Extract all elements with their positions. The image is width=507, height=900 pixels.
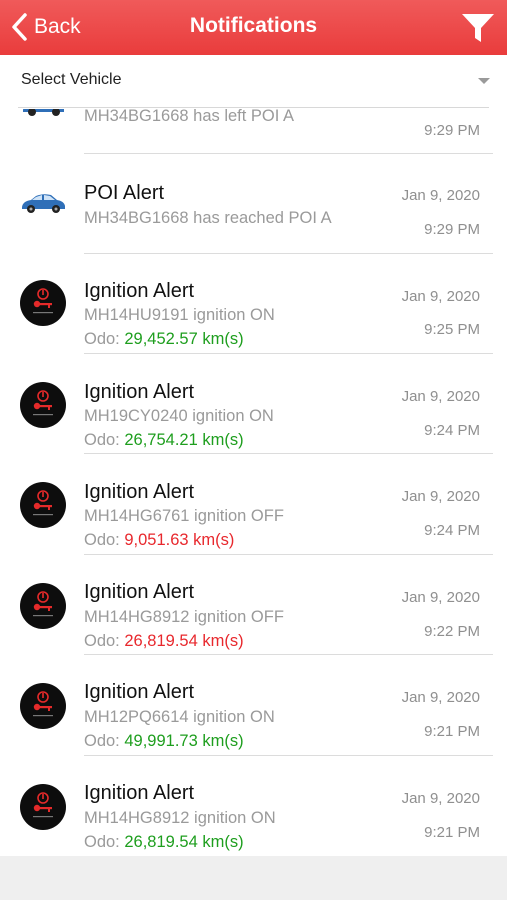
notification-row[interactable]: Ignition Alert MH14HU9191 ignition ON Od…	[0, 254, 507, 354]
odometer-line: Odo: 49,991.73 km(s)	[84, 732, 244, 751]
notification-title: Ignition Alert	[84, 581, 195, 603]
odometer-line: Odo: 26,819.54 km(s)	[84, 833, 244, 852]
ignition-key-icon	[20, 784, 66, 830]
notification-time: 9:24 PM	[424, 522, 480, 539]
notification-row[interactable]: Ignition Alert MH12PQ6614 ignition ON Od…	[0, 656, 507, 756]
odometer-label: Odo:	[84, 833, 125, 851]
filter-button[interactable]	[461, 12, 495, 44]
odometer-value: 26,754.21 km(s)	[124, 431, 244, 449]
notification-title: Ignition Alert	[84, 681, 195, 703]
odometer-value: 9,051.63 km(s)	[124, 531, 235, 549]
odometer-value: 49,991.73 km(s)	[124, 732, 244, 750]
row-divider	[84, 654, 493, 655]
odometer-label: Odo:	[84, 732, 125, 750]
notification-title: POI Alert	[84, 182, 165, 204]
car-icon	[22, 194, 65, 213]
notification-title: Ignition Alert	[84, 481, 195, 503]
notification-message: MH19CY0240 ignition ON	[84, 407, 274, 425]
notification-date: Jan 9, 2020	[401, 187, 480, 204]
notification-title: Ignition Alert	[84, 782, 195, 804]
notification-message: MH14HU9191 ignition ON	[84, 306, 275, 324]
notification-date: Jan 9, 2020	[401, 589, 480, 606]
notification-title: Ignition Alert	[84, 381, 195, 403]
ignition-key-icon	[20, 583, 66, 629]
row-divider	[84, 453, 493, 454]
odometer-label: Odo:	[84, 431, 125, 449]
notification-message: MH34BG1668 has left POI A	[84, 109, 295, 125]
ignition-key-icon	[20, 683, 66, 729]
odometer-value: 26,819.54 km(s)	[124, 833, 244, 851]
notification-date: Jan 9, 2020	[401, 689, 480, 706]
notification-time: 9:25 PM	[424, 321, 480, 338]
notification-row[interactable]: Ignition Alert MH14HG6761 ignition OFF O…	[0, 455, 507, 555]
notification-time: 9:29 PM	[424, 221, 480, 238]
notification-time: 9:21 PM	[424, 824, 480, 841]
notification-date: Jan 9, 2020	[401, 388, 480, 405]
odometer-label: Odo:	[84, 531, 125, 549]
app-header: Back Notifications	[0, 0, 507, 55]
selector-underline	[18, 107, 489, 108]
notification-time: 9:22 PM	[424, 623, 480, 640]
odometer-label: Odo:	[84, 632, 125, 650]
notification-date: Jan 9, 2020	[401, 488, 480, 505]
odometer-line: Odo: 26,754.21 km(s)	[84, 431, 244, 450]
odometer-line: Odo: 26,819.54 km(s)	[84, 632, 244, 651]
notification-time: 9:24 PM	[424, 422, 480, 439]
notification-row[interactable]: Ignition Alert MH14HG8912 ignition OFF O…	[0, 555, 507, 655]
odometer-value: 29,452.57 km(s)	[124, 330, 244, 348]
notification-time: 9:21 PM	[424, 723, 480, 740]
odometer-label: Odo:	[84, 330, 125, 348]
ignition-key-icon	[20, 280, 66, 326]
notification-title: Ignition Alert	[84, 280, 195, 302]
ignition-key-icon	[20, 482, 66, 528]
notification-message: MH14HG6761 ignition OFF	[84, 507, 284, 525]
caret-down-icon	[478, 78, 490, 84]
odometer-line: Odo: 29,452.57 km(s)	[84, 330, 244, 349]
vehicle-selector[interactable]: Select Vehicle	[0, 55, 507, 109]
notification-date: Jan 9, 2020	[401, 288, 480, 305]
notification-message: MH14HG8912 ignition OFF	[84, 608, 284, 626]
filter-icon	[462, 14, 494, 42]
notification-row[interactable]: Ignition Alert MH19CY0240 ignition ON Od…	[0, 354, 507, 454]
car-icon	[23, 109, 64, 116]
notification-message: MH34BG1668 has reached POI A	[84, 209, 332, 227]
odometer-line: Odo: 9,051.63 km(s)	[84, 531, 234, 550]
page-title: Notifications	[189, 14, 318, 37]
odometer-value: 26,819.54 km(s)	[124, 632, 244, 650]
vehicle-selector-label: Select Vehicle	[21, 71, 122, 88]
ignition-key-icon	[20, 382, 66, 428]
notification-list[interactable]: MH34BG1668 has left POI A 9:29 PM POI Al…	[0, 109, 507, 856]
notification-message: MH12PQ6614 ignition ON	[84, 708, 275, 726]
notification-row[interactable]: MH34BG1668 has left POI A 9:29 PM	[0, 109, 507, 154]
notification-row[interactable]: Ignition Alert MH14HG8912 ignition ON Od…	[0, 756, 507, 856]
notification-message: MH14HG8912 ignition ON	[84, 809, 276, 827]
notification-time: 9:29 PM	[424, 122, 480, 139]
notification-date: Jan 9, 2020	[401, 790, 480, 807]
notification-row[interactable]: POI Alert MH34BG1668 has reached POI A J…	[0, 154, 507, 254]
